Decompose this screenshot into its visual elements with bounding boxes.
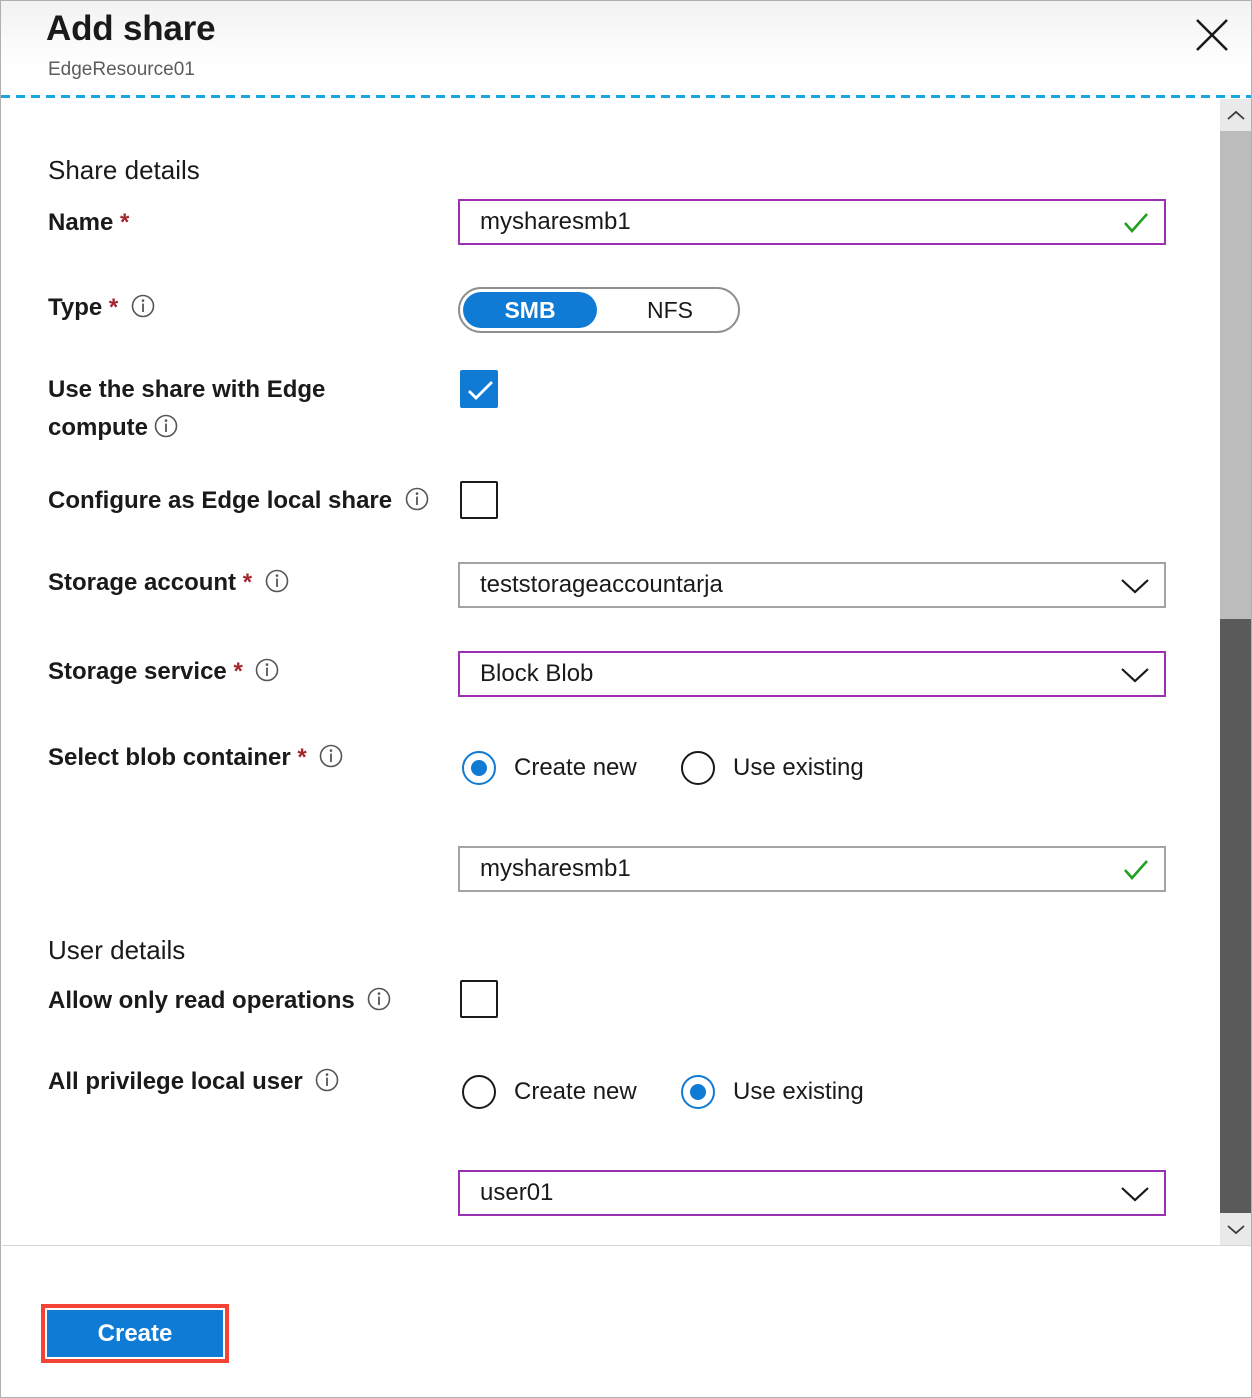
blob-container-name-input[interactable]: mysharesmb1	[458, 846, 1166, 892]
label-storage-service: Storage service *	[48, 653, 279, 690]
label-blob-container-text: Select blob container	[48, 744, 291, 771]
name-input-value: mysharesmb1	[480, 201, 631, 243]
blob-container-radio-create-new-label[interactable]: Create new	[514, 751, 637, 785]
chevron-down-icon	[1120, 577, 1150, 595]
info-icon[interactable]	[315, 1068, 339, 1092]
label-edge-compute-line1: Use the share with Edge	[48, 376, 325, 403]
storage-account-dropdown[interactable]: teststorageaccountarja	[458, 562, 1166, 608]
scroll-up-button[interactable]	[1220, 99, 1252, 131]
scroll-down-button[interactable]	[1220, 1213, 1252, 1245]
local-user-radio-use-existing[interactable]	[681, 1075, 715, 1109]
label-edge-compute-line2: compute	[48, 414, 148, 441]
local-user-radio-create-new-label[interactable]: Create new	[514, 1075, 637, 1109]
name-input[interactable]: mysharesmb1	[458, 199, 1166, 245]
label-edge-compute: Use the share with Edge compute	[48, 371, 428, 447]
create-button[interactable]: Create	[47, 1310, 223, 1357]
info-icon[interactable]	[405, 487, 429, 511]
local-user-value: user01	[480, 1172, 553, 1214]
section-heading-share-details: Share details	[48, 155, 200, 186]
close-icon[interactable]	[1191, 14, 1233, 56]
blade-header: Add share EdgeResource01	[1, 1, 1251, 96]
scrollbar-track[interactable]	[1220, 131, 1252, 1213]
add-share-blade: Add share EdgeResource01 Share details N…	[0, 0, 1252, 1398]
blob-container-radio-create-new[interactable]	[462, 751, 496, 785]
label-edge-local-share-text: Configure as Edge local share	[48, 487, 392, 514]
type-option-nfs[interactable]: NFS	[605, 291, 735, 329]
header-divider	[1, 95, 1251, 98]
check-icon	[1122, 857, 1150, 883]
check-icon	[1122, 210, 1150, 236]
label-storage-service-text: Storage service	[48, 658, 227, 685]
label-name-text: Name	[48, 209, 113, 236]
content-scrollbar[interactable]	[1220, 99, 1252, 1245]
label-allow-read-only: Allow only read operations	[48, 982, 391, 1019]
required-asterisk: *	[120, 209, 129, 236]
label-allow-read-only-text: Allow only read operations	[48, 987, 355, 1014]
allow-read-only-checkbox[interactable]	[460, 980, 498, 1018]
info-icon[interactable]	[265, 569, 289, 593]
type-option-smb[interactable]: SMB	[463, 292, 597, 328]
type-toggle[interactable]: SMB NFS	[458, 287, 740, 333]
label-edge-local-share: Configure as Edge local share	[48, 482, 429, 519]
blob-container-radio-use-existing[interactable]	[681, 751, 715, 785]
blob-container-radio-use-existing-label[interactable]: Use existing	[733, 751, 864, 785]
label-blob-container: Select blob container *	[48, 739, 343, 776]
blob-container-name-value: mysharesmb1	[480, 848, 631, 890]
label-local-user-text: All privilege local user	[48, 1068, 303, 1095]
label-name: Name *	[48, 204, 129, 241]
edge-local-share-checkbox[interactable]	[460, 481, 498, 519]
label-type-text: Type	[48, 294, 102, 321]
section-heading-user-details: User details	[48, 935, 185, 966]
scrollbar-thumb[interactable]	[1220, 619, 1252, 1219]
label-local-user: All privilege local user	[48, 1063, 339, 1100]
type-option-smb-label: SMB	[463, 292, 597, 328]
local-user-radio-use-existing-label[interactable]: Use existing	[733, 1075, 864, 1109]
page-subtitle: EdgeResource01	[48, 59, 195, 81]
info-icon[interactable]	[154, 414, 178, 438]
info-icon[interactable]	[255, 658, 279, 682]
label-storage-account-text: Storage account	[48, 569, 236, 596]
label-storage-account: Storage account *	[48, 564, 289, 601]
required-asterisk: *	[109, 294, 118, 321]
info-icon[interactable]	[319, 744, 343, 768]
info-icon[interactable]	[131, 294, 155, 318]
local-user-dropdown[interactable]: user01	[458, 1170, 1166, 1216]
label-type: Type *	[48, 289, 155, 326]
required-asterisk: *	[297, 744, 306, 771]
blade-content: Share details Name * mysharesmb1 Type *	[2, 99, 1196, 1245]
required-asterisk: *	[243, 569, 252, 596]
chevron-down-icon	[1120, 1185, 1150, 1203]
edge-compute-checkbox[interactable]	[460, 370, 498, 408]
storage-service-value: Block Blob	[480, 653, 593, 695]
chevron-down-icon	[1120, 666, 1150, 684]
page-title: Add share	[46, 9, 215, 49]
required-asterisk: *	[233, 658, 242, 685]
info-icon[interactable]	[367, 987, 391, 1011]
local-user-radio-create-new[interactable]	[462, 1075, 496, 1109]
storage-service-dropdown[interactable]: Block Blob	[458, 651, 1166, 697]
storage-account-value: teststorageaccountarja	[480, 564, 723, 606]
